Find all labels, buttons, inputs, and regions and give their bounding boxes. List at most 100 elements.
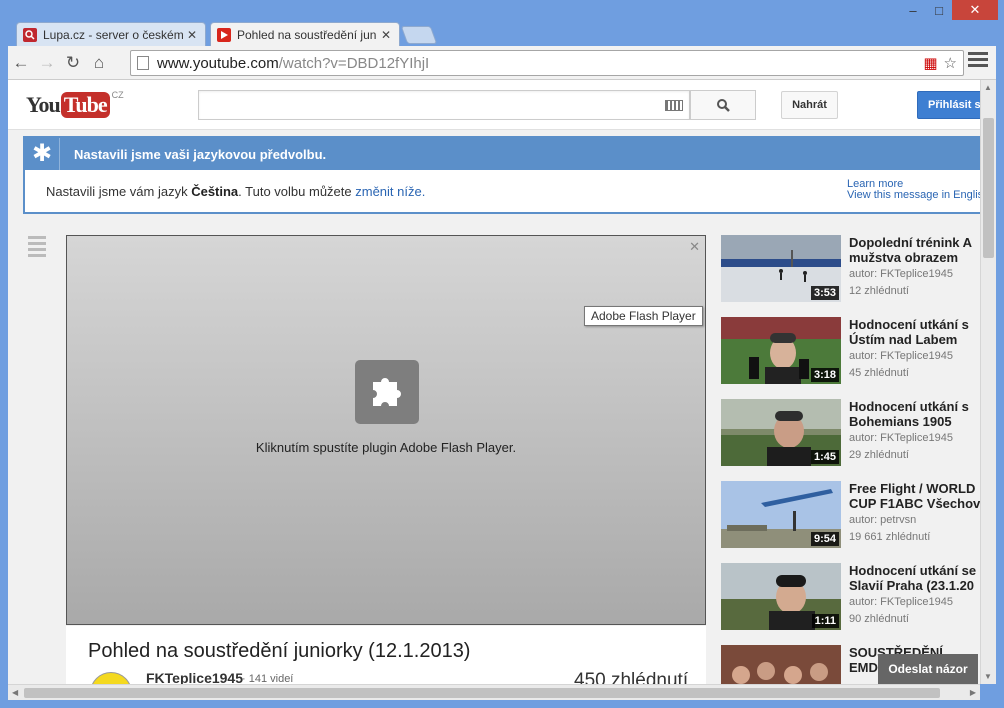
page-icon — [137, 56, 149, 70]
feedback-button[interactable]: Odeslat názor — [878, 654, 978, 684]
video-info: Pohled na soustředění juniorky (12.1.201… — [66, 626, 706, 684]
plugin-message[interactable]: Kliknutím spustíte plugin Adobe Flash Pl… — [67, 440, 705, 455]
url-host: www.youtube.com — [157, 54, 279, 72]
lupa-favicon-icon — [23, 27, 37, 42]
related-title[interactable]: Dopolední trénink A mužstva obrazem — [849, 235, 980, 265]
guide-menu-icon[interactable] — [28, 236, 46, 257]
tab-close-icon[interactable]: ✕ — [185, 28, 199, 42]
video-duration: 3:18 — [810, 368, 839, 382]
related-title[interactable]: Hodnocení utkání s Bohemians 1905 — [849, 399, 980, 429]
signin-button[interactable]: Přihlásit s — [917, 91, 980, 119]
related-video-item[interactable]: 9:54 Free Flight / WORLD CUP F1ABC Všech… — [721, 481, 980, 563]
video-player[interactable]: ✕ Kliknutím spustíte plugin Adobe Flash … — [66, 235, 706, 625]
related-author: autor: petrvsn — [849, 514, 917, 526]
masthead: You Tube CZ Nahrát Přihlásit s — [8, 80, 980, 130]
scrollbar-thumb[interactable] — [983, 118, 994, 258]
bookmark-star-icon[interactable]: ☆ — [944, 54, 957, 72]
url-path: /watch?v=DBD12fYIhjI — [278, 54, 430, 72]
vertical-scrollbar[interactable]: ▲ ▼ — [980, 80, 996, 684]
related-views: 29 zhlédnutí — [849, 449, 909, 461]
video-duration: 3:53 — [810, 286, 839, 300]
related-author: autor: FKTeplice1945 — [849, 596, 953, 608]
tab-strip: Lupa.cz - server o českém ✕ Pohled na so… — [16, 20, 438, 46]
scroll-left-icon[interactable]: ◀ — [12, 688, 18, 697]
related-views: 90 zhlédnutí — [849, 613, 909, 625]
video-duration: 9:54 — [810, 532, 839, 546]
page-viewport: You Tube CZ Nahrát Přihlásit s ✱ Nastavi… — [8, 80, 980, 684]
browser-window: – □ ✕ Lupa.cz - server o českém ✕ Pohled… — [0, 0, 1004, 708]
banner-language: Čeština — [191, 183, 239, 199]
logo-you: You — [26, 92, 61, 117]
back-arrow-icon[interactable]: ← — [8, 50, 34, 76]
video-thumbnail[interactable]: 1:45 — [721, 399, 841, 466]
related-title[interactable]: Free Flight / WORLD CUP F1ABC Všechov — [849, 481, 980, 511]
star-icon: ✱ — [31, 140, 53, 167]
flash-tooltip: Adobe Flash Player — [584, 306, 703, 326]
forward-arrow-icon[interactable]: → — [34, 50, 60, 76]
search-button[interactable] — [690, 90, 756, 120]
related-author: autor: FKTeplice1945 — [849, 432, 953, 444]
minimize-button[interactable]: – — [900, 0, 926, 20]
scrollbar-thumb[interactable] — [24, 688, 940, 698]
related-videos: 3:53 Dopolední trénink A mužstva obrazem… — [721, 235, 980, 684]
horizontal-scrollbar[interactable]: ◀ ▶ — [8, 684, 980, 700]
youtube-logo[interactable]: You Tube CZ — [26, 90, 124, 118]
tab-youtube[interactable]: Pohled na soustředění jun ✕ — [210, 22, 400, 46]
language-banner: ✱ Nastavili jsme vaši jazykovou předvolb… — [23, 136, 980, 214]
chrome-menu-icon[interactable] — [968, 52, 988, 67]
close-icon[interactable]: ✕ — [689, 239, 700, 255]
window-controls: – □ ✕ — [900, 0, 998, 20]
related-views: 12 zhlédnutí — [849, 285, 909, 297]
upload-button[interactable]: Nahrát — [781, 91, 838, 119]
logo-country: CZ — [111, 90, 124, 100]
related-video-item[interactable]: 3:53 Dopolední trénink A mužstva obrazem… — [721, 235, 980, 317]
video-thumbnail[interactable]: 3:53 — [721, 235, 841, 302]
related-video-item[interactable]: 1:11 Hodnocení utkání se Slavií Praha (2… — [721, 563, 980, 645]
plugin-puzzle-icon[interactable] — [355, 360, 419, 424]
banner-text-middle: . Tuto volbu můžete — [238, 183, 356, 199]
related-author: autor: FKTeplice1945 — [849, 268, 953, 280]
youtube-favicon-icon — [217, 27, 231, 42]
video-title: Pohled na soustředění juniorky (12.1.201… — [88, 640, 471, 662]
tab-close-icon[interactable]: ✕ — [379, 28, 393, 42]
keyboard-icon[interactable] — [665, 100, 683, 111]
scroll-down-icon[interactable]: ▼ — [984, 672, 992, 681]
video-duration: 1:11 — [811, 614, 839, 628]
tab-title: Pohled na soustředění jun — [237, 27, 377, 42]
channel-video-count: · 141 videí — [242, 673, 294, 684]
address-bar[interactable]: www.youtube.com/watch?v=DBD12fYIhjI ▦ ☆ — [130, 50, 964, 76]
search-icon — [716, 98, 730, 112]
logo-tube: Tube — [60, 92, 110, 118]
related-video-item[interactable]: 1:45 Hodnocení utkání s Bohemians 1905 a… — [721, 399, 980, 481]
channel-avatar[interactable] — [90, 672, 132, 684]
search-input[interactable] — [198, 90, 690, 120]
banner-text-prefix: Nastavili jsme vám jazyk — [46, 183, 192, 199]
blocked-plugin-icon[interactable]: ▦ — [923, 54, 937, 72]
reload-icon[interactable]: ↻ — [60, 50, 86, 76]
new-tab-button[interactable] — [400, 26, 438, 44]
view-count: 450 zhlédnutí — [574, 670, 689, 684]
related-views: 45 zhlédnutí — [849, 367, 909, 379]
banner-title: Nastavili jsme vaši jazykovou předvolbu. — [74, 146, 327, 162]
related-title[interactable]: Hodnocení utkání se Slavií Praha (23.1.2… — [849, 563, 980, 593]
related-title[interactable]: Hodnocení utkání s Ústím nad Labem — [849, 317, 980, 347]
related-author: autor: FKTeplice1945 — [849, 350, 953, 362]
scroll-up-icon[interactable]: ▲ — [984, 83, 992, 92]
video-thumbnail[interactable] — [721, 645, 841, 684]
browser-toolbar: ← → ↻ ⌂ www.youtube.com/watch?v=DBD12fYI… — [8, 46, 996, 80]
video-duration: 1:45 — [810, 450, 839, 464]
related-views: 19 661 zhlédnutí — [849, 531, 931, 543]
scroll-right-icon[interactable]: ▶ — [970, 688, 976, 697]
video-thumbnail[interactable]: 9:54 — [721, 481, 841, 548]
maximize-button[interactable]: □ — [926, 0, 952, 20]
tab-lupa[interactable]: Lupa.cz - server o českém ✕ — [16, 22, 206, 46]
home-icon[interactable]: ⌂ — [86, 50, 112, 76]
close-window-button[interactable]: ✕ — [952, 0, 998, 20]
tab-title: Lupa.cz - server o českém — [43, 27, 184, 42]
channel-name[interactable]: FKTeplice1945 — [146, 670, 243, 684]
view-english-link[interactable]: View this message in English — [847, 190, 980, 201]
change-language-link[interactable]: změnit níže. — [355, 184, 425, 199]
video-thumbnail[interactable]: 1:11 — [721, 563, 841, 630]
related-video-item[interactable]: 3:18 Hodnocení utkání s Ústím nad Labem … — [721, 317, 980, 399]
video-thumbnail[interactable]: 3:18 — [721, 317, 841, 384]
